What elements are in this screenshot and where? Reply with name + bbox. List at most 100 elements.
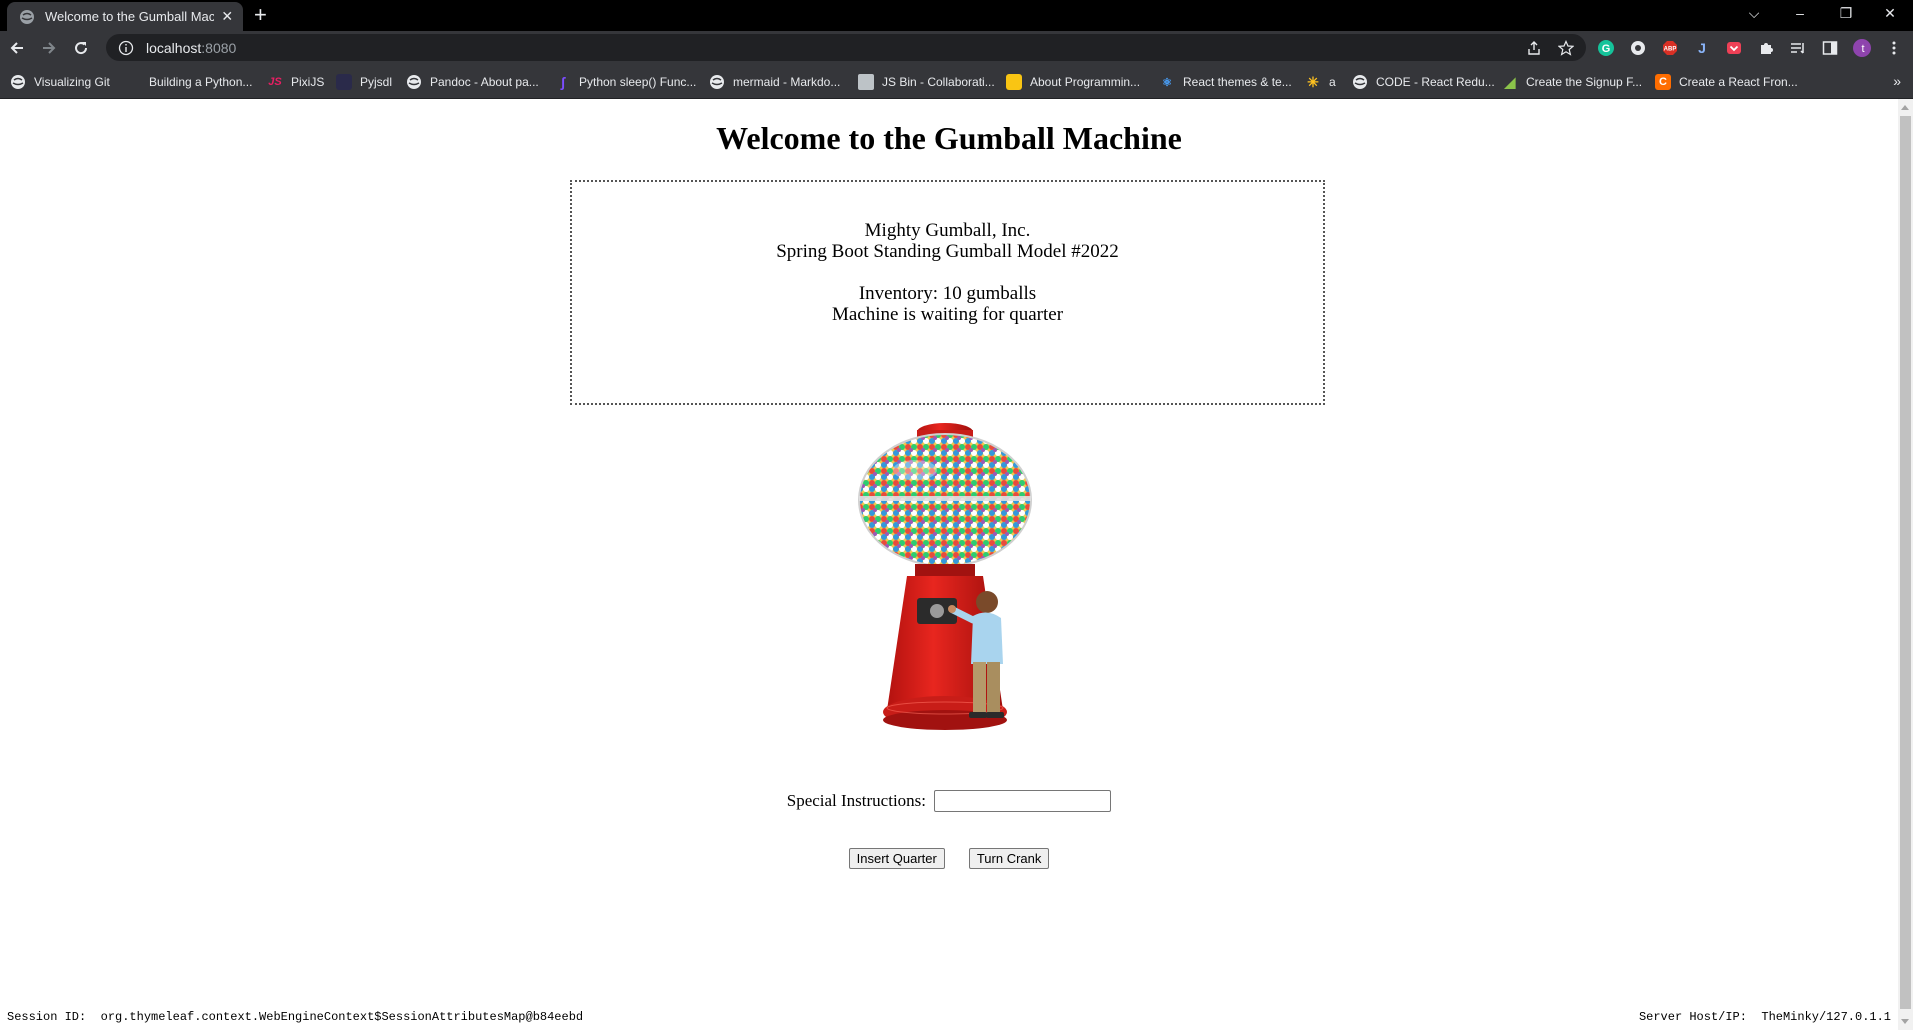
bookmark-label: mermaid - Markdo... xyxy=(733,75,841,89)
jsbin-icon xyxy=(858,74,874,90)
pyjsdl-icon xyxy=(336,74,352,90)
svg-text:J: J xyxy=(1698,40,1706,56)
js-icon: JS xyxy=(268,76,282,88)
restore-button[interactable]: ❐ xyxy=(1823,0,1869,26)
page-scrollbar[interactable] xyxy=(1898,99,1913,1030)
bookmark-item[interactable]: ✳ a xyxy=(1305,73,1336,91)
url-host: localhost xyxy=(146,39,202,56)
server-host: TheMinky/127.0.1.1 xyxy=(1761,1010,1891,1024)
folder-icon xyxy=(1006,74,1022,90)
blank-icon xyxy=(125,74,141,90)
grammarly-icon[interactable]: G xyxy=(1597,39,1615,57)
bookmark-item[interactable]: Building a Python... xyxy=(125,73,252,91)
profile-avatar[interactable]: t xyxy=(1853,39,1871,57)
bookmark-label: CODE - React Redu... xyxy=(1376,75,1495,89)
bookmark-label: Pyjsdl xyxy=(360,75,393,89)
model-name: Spring Boot Standing Gumball Model #2022 xyxy=(776,241,1119,262)
scroll-thumb[interactable] xyxy=(1900,116,1911,1009)
extensions-puzzle-icon[interactable] xyxy=(1757,39,1775,57)
globe-icon xyxy=(19,9,35,25)
close-tab-icon[interactable]: ✕ xyxy=(220,8,236,25)
reading-list-icon[interactable] xyxy=(1789,39,1807,57)
machine-status-box: Mighty Gumball, Inc. Spring Boot Standin… xyxy=(570,180,1325,405)
machine-state-text: Machine is waiting for quarter xyxy=(831,304,1064,325)
inventory-text: Inventory: 10 gumballs xyxy=(858,283,1037,304)
action-buttons: Insert Quarter Turn Crank xyxy=(0,848,1898,869)
insert-quarter-button[interactable]: Insert Quarter xyxy=(848,848,945,869)
bookmark-label: Python sleep() Func... xyxy=(579,75,697,89)
new-tab-button[interactable]: + xyxy=(254,3,267,27)
share-icon[interactable] xyxy=(1525,39,1543,57)
svg-text:G: G xyxy=(1602,43,1611,55)
bookmark-item[interactable]: ⚛ React themes & te... xyxy=(1159,73,1292,91)
reload-button[interactable] xyxy=(69,36,93,60)
bookmark-item[interactable]: JS PixiJS xyxy=(267,73,324,91)
tab-search-icon[interactable]: ⌵ xyxy=(1731,0,1777,26)
bookmarks-bar: Visualizing Git Building a Python... JS … xyxy=(0,64,1913,99)
bookmark-label: Create a React Fron... xyxy=(1679,75,1798,89)
bookmark-label: PixiJS xyxy=(291,75,325,89)
adblock-icon[interactable]: ABP xyxy=(1661,39,1679,57)
bookmark-label: Building a Python... xyxy=(149,75,253,89)
info-icon[interactable] xyxy=(118,40,134,56)
bookmark-item[interactable]: C Create a React Fron... xyxy=(1655,73,1798,91)
page-title: Welcome to the Gumball Machine xyxy=(716,120,1182,156)
walmart-icon: ✳ xyxy=(1307,73,1319,90)
arrow-left-icon xyxy=(10,42,23,54)
bookmark-item[interactable]: ◢ Create the Signup F... xyxy=(1502,73,1642,91)
bookmark-star-icon[interactable] xyxy=(1557,39,1575,57)
bookmarks-overflow-button[interactable]: » xyxy=(1893,73,1901,89)
bookmark-item[interactable]: About Programmin... xyxy=(1006,73,1140,91)
bookmark-item[interactable]: mermaid - Markdo... xyxy=(709,73,840,91)
side-panel-icon[interactable] xyxy=(1821,39,1839,57)
arrow-right-icon xyxy=(43,42,56,54)
server-info: Server Host/IP: TheMinky/127.0.1.1 xyxy=(1639,1010,1891,1024)
server-label: Server Host/IP: xyxy=(1638,1010,1747,1024)
minimize-button[interactable]: – xyxy=(1777,0,1823,26)
globe-icon xyxy=(10,74,26,90)
signup-icon: ◢ xyxy=(1504,73,1516,90)
bookmark-item[interactable]: Pyjsdl xyxy=(336,73,392,91)
special-instructions-row: Special Instructions: xyxy=(0,790,1898,813)
close-window-button[interactable]: ✕ xyxy=(1867,0,1913,26)
scroll-up-arrow-icon[interactable] xyxy=(1901,105,1909,110)
browser-toolbar: localhost:8080 G ABP J t xyxy=(0,31,1913,64)
browser-tabbar: Welcome to the Gumball Machine ✕ + ⌵ – ❐… xyxy=(0,0,1913,31)
back-button[interactable] xyxy=(5,36,29,60)
bookmark-label: Create the Signup F... xyxy=(1526,75,1643,89)
browser-menu-icon[interactable] xyxy=(1885,39,1903,57)
globe-icon xyxy=(709,74,725,90)
special-instructions-label: Special Instructions: xyxy=(786,791,927,811)
gumball-machine-image xyxy=(858,423,1032,730)
bookmark-label: a xyxy=(1329,75,1336,89)
globe-icon xyxy=(406,74,422,90)
session-id: org.thymeleaf.context.WebEngineContext$S… xyxy=(100,1010,584,1024)
globe-icon xyxy=(1352,74,1368,90)
bookmark-item[interactable]: ʃ Python sleep() Func... xyxy=(555,73,697,91)
python-icon: ʃ xyxy=(560,74,566,90)
bookmark-item[interactable]: CODE - React Redu... xyxy=(1352,73,1495,91)
forward-button[interactable] xyxy=(37,36,61,60)
profile-initial: t xyxy=(1861,43,1865,55)
react-icon: ⚛ xyxy=(1162,76,1172,89)
page-footer: Session ID: org.thymeleaf.context.WebEng… xyxy=(0,1007,1898,1027)
j-extension-icon[interactable]: J xyxy=(1693,39,1711,57)
company-name: Mighty Gumball, Inc. xyxy=(864,220,1031,241)
reload-icon xyxy=(75,42,88,55)
address-bar[interactable]: localhost:8080 xyxy=(106,34,1586,61)
extension-white-icon[interactable] xyxy=(1629,39,1647,57)
bookmark-item[interactable]: JS Bin - Collaborati... xyxy=(858,73,995,91)
bookmark-label: Visualizing Git xyxy=(34,75,110,89)
pocket-icon[interactable] xyxy=(1725,39,1743,57)
url-text: localhost:8080 xyxy=(146,40,236,56)
browser-tab[interactable]: Welcome to the Gumball Machine ✕ xyxy=(7,2,243,31)
bookmark-item[interactable]: Pandoc - About pa... xyxy=(406,73,539,91)
turn-crank-button[interactable]: Turn Crank xyxy=(968,848,1050,869)
special-instructions-input[interactable] xyxy=(934,790,1112,813)
url-port: :8080 xyxy=(201,39,237,56)
bookmark-label: JS Bin - Collaborati... xyxy=(882,75,995,89)
scroll-down-arrow-icon[interactable] xyxy=(1901,1019,1909,1024)
bookmark-item[interactable]: Visualizing Git xyxy=(10,73,110,91)
c-icon: C xyxy=(1655,74,1671,90)
session-info: Session ID: org.thymeleaf.context.WebEng… xyxy=(7,1010,583,1024)
